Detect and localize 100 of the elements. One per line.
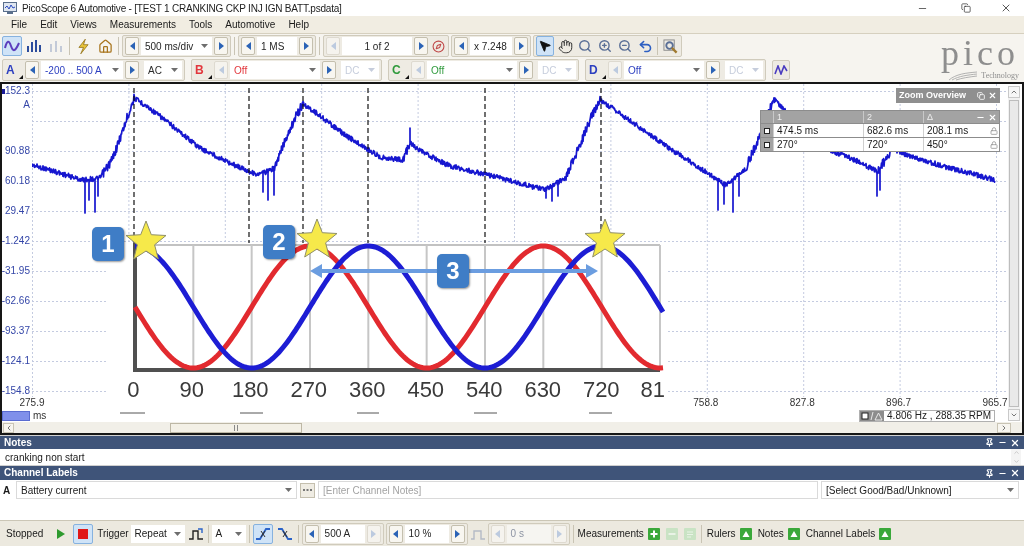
menu-item[interactable]: Views bbox=[70, 17, 97, 32]
waveform-icon bbox=[4, 40, 20, 52]
scroll-up-button[interactable] bbox=[1008, 86, 1020, 98]
degree-label: 180 bbox=[231, 378, 269, 402]
range-dropdown[interactable]: Off bbox=[624, 61, 704, 79]
pulse-icon bbox=[187, 526, 204, 541]
number-marker: 3 bbox=[437, 254, 469, 288]
scroll-down-button[interactable] bbox=[1008, 409, 1020, 421]
tick-mark bbox=[119, 412, 146, 414]
compass-button[interactable] bbox=[430, 37, 446, 55]
chevron-up-icon bbox=[1010, 88, 1018, 96]
channel-marker-icon bbox=[2, 88, 5, 94]
plus-icon bbox=[647, 527, 660, 540]
range-dropdown[interactable]: Off bbox=[427, 61, 517, 79]
view-button[interactable] bbox=[2, 36, 22, 56]
status-dropdown[interactable]: [Select Good/Bad/Unknown] bbox=[821, 481, 1019, 499]
previous-button[interactable] bbox=[454, 37, 468, 55]
right-triangle-icon bbox=[129, 66, 135, 74]
channel-button[interactable]: B bbox=[194, 60, 212, 80]
pre-trigger-field[interactable]: 10 % bbox=[404, 524, 449, 543]
channel-button[interactable]: A bbox=[5, 60, 23, 80]
previous-button[interactable] bbox=[25, 61, 39, 79]
caret-icon bbox=[201, 44, 208, 48]
previous-button[interactable] bbox=[304, 524, 319, 543]
previous-button[interactable] bbox=[388, 524, 403, 543]
channel-notes-field[interactable]: [Enter Channel Notes] bbox=[318, 481, 818, 499]
status-text: Stopped bbox=[6, 527, 44, 541]
channel-label-dropdown[interactable]: Battery current bbox=[16, 481, 297, 499]
triangle-toggle-icon bbox=[739, 527, 752, 540]
buffer-field[interactable]: 1 of 2 bbox=[342, 37, 412, 55]
range-dropdown[interactable]: Off bbox=[230, 61, 320, 79]
coupling-dropdown[interactable]: AC bbox=[144, 61, 182, 79]
next-button[interactable] bbox=[706, 61, 720, 79]
menu-item[interactable]: Automotive bbox=[225, 17, 276, 32]
right-triangle-icon bbox=[518, 42, 524, 50]
threshold-field[interactable]: 500 A bbox=[320, 524, 365, 543]
menu-item[interactable]: Tools bbox=[189, 17, 213, 32]
right-triangle-icon bbox=[371, 529, 377, 538]
scroll-right-button[interactable] bbox=[997, 422, 1011, 433]
menu-item[interactable]: Edit bbox=[40, 17, 58, 32]
play-icon bbox=[57, 528, 66, 539]
restore-button[interactable] bbox=[976, 90, 985, 101]
column-header: Δ bbox=[923, 111, 973, 123]
star-icon bbox=[584, 218, 626, 258]
pointer-icon bbox=[538, 39, 552, 53]
home-icon bbox=[97, 38, 113, 54]
menu-item[interactable]: Help bbox=[288, 17, 309, 32]
browse-button[interactable] bbox=[300, 482, 315, 498]
previous-button[interactable] bbox=[241, 37, 255, 55]
menu-item[interactable]: File bbox=[11, 17, 28, 32]
logo-tagline: Technology bbox=[981, 71, 1019, 81]
close-icon bbox=[988, 112, 997, 122]
trigger-source-dropdown[interactable]: A bbox=[211, 524, 246, 543]
x-axis-label: 896.7 bbox=[886, 397, 912, 409]
next-button[interactable] bbox=[450, 524, 465, 543]
channel-button[interactable]: D bbox=[588, 60, 606, 80]
next-button[interactable] bbox=[299, 37, 313, 55]
previous-button[interactable] bbox=[125, 37, 139, 55]
triangle-toggle-icon bbox=[787, 527, 800, 540]
close-button[interactable] bbox=[1010, 467, 1020, 479]
next-button[interactable] bbox=[322, 61, 336, 79]
toolbar-label: Rulers bbox=[706, 527, 736, 541]
caret-icon bbox=[1007, 488, 1014, 492]
triangle-toggle-icon bbox=[879, 527, 892, 540]
zoom-factor-field[interactable]: x 7.248 bbox=[470, 37, 512, 55]
next-button[interactable] bbox=[125, 61, 139, 79]
next-button[interactable] bbox=[514, 37, 528, 55]
chevron-down-icon bbox=[1012, 458, 1020, 465]
number-marker: 2 bbox=[263, 225, 295, 259]
degree-label: 90 bbox=[179, 378, 204, 402]
toolbar-label: Trigger bbox=[97, 527, 129, 541]
undo-icon bbox=[637, 38, 653, 54]
timebase-dropdown[interactable]: 500 ms/div bbox=[141, 37, 212, 55]
close-button[interactable] bbox=[1010, 437, 1020, 448]
edge-button[interactable] bbox=[252, 523, 273, 544]
menu-item[interactable]: Measurements bbox=[109, 17, 176, 32]
next-button[interactable] bbox=[414, 37, 428, 55]
rising-edge-icon bbox=[254, 526, 271, 541]
next-button[interactable] bbox=[214, 37, 228, 55]
tool-button[interactable] bbox=[536, 36, 554, 56]
right-triangle-icon bbox=[303, 42, 309, 50]
corner-triangle-icon bbox=[405, 75, 409, 79]
restore-icon bbox=[961, 3, 971, 13]
restore-icon bbox=[976, 91, 985, 100]
column-header: 2 bbox=[863, 111, 923, 123]
tick-mark bbox=[473, 412, 498, 414]
y-axis-unit: A bbox=[23, 99, 30, 111]
stop-button[interactable] bbox=[73, 523, 94, 544]
close-button[interactable] bbox=[988, 90, 997, 101]
next-button[interactable] bbox=[519, 61, 533, 79]
range-dropdown[interactable]: -200 .. 500 A bbox=[41, 61, 123, 79]
scroll-left-button[interactable] bbox=[3, 422, 14, 433]
trigger-mode-dropdown[interactable]: Repeat bbox=[130, 524, 185, 543]
bar-chart-icon bbox=[26, 40, 42, 52]
x-axis-unit: ms bbox=[33, 409, 47, 422]
pin-button[interactable] bbox=[984, 467, 994, 479]
pin-button[interactable] bbox=[984, 437, 994, 448]
samples-field[interactable]: 1 MS bbox=[257, 37, 297, 55]
hand-icon bbox=[557, 38, 573, 54]
math-channel-button[interactable] bbox=[772, 60, 790, 80]
